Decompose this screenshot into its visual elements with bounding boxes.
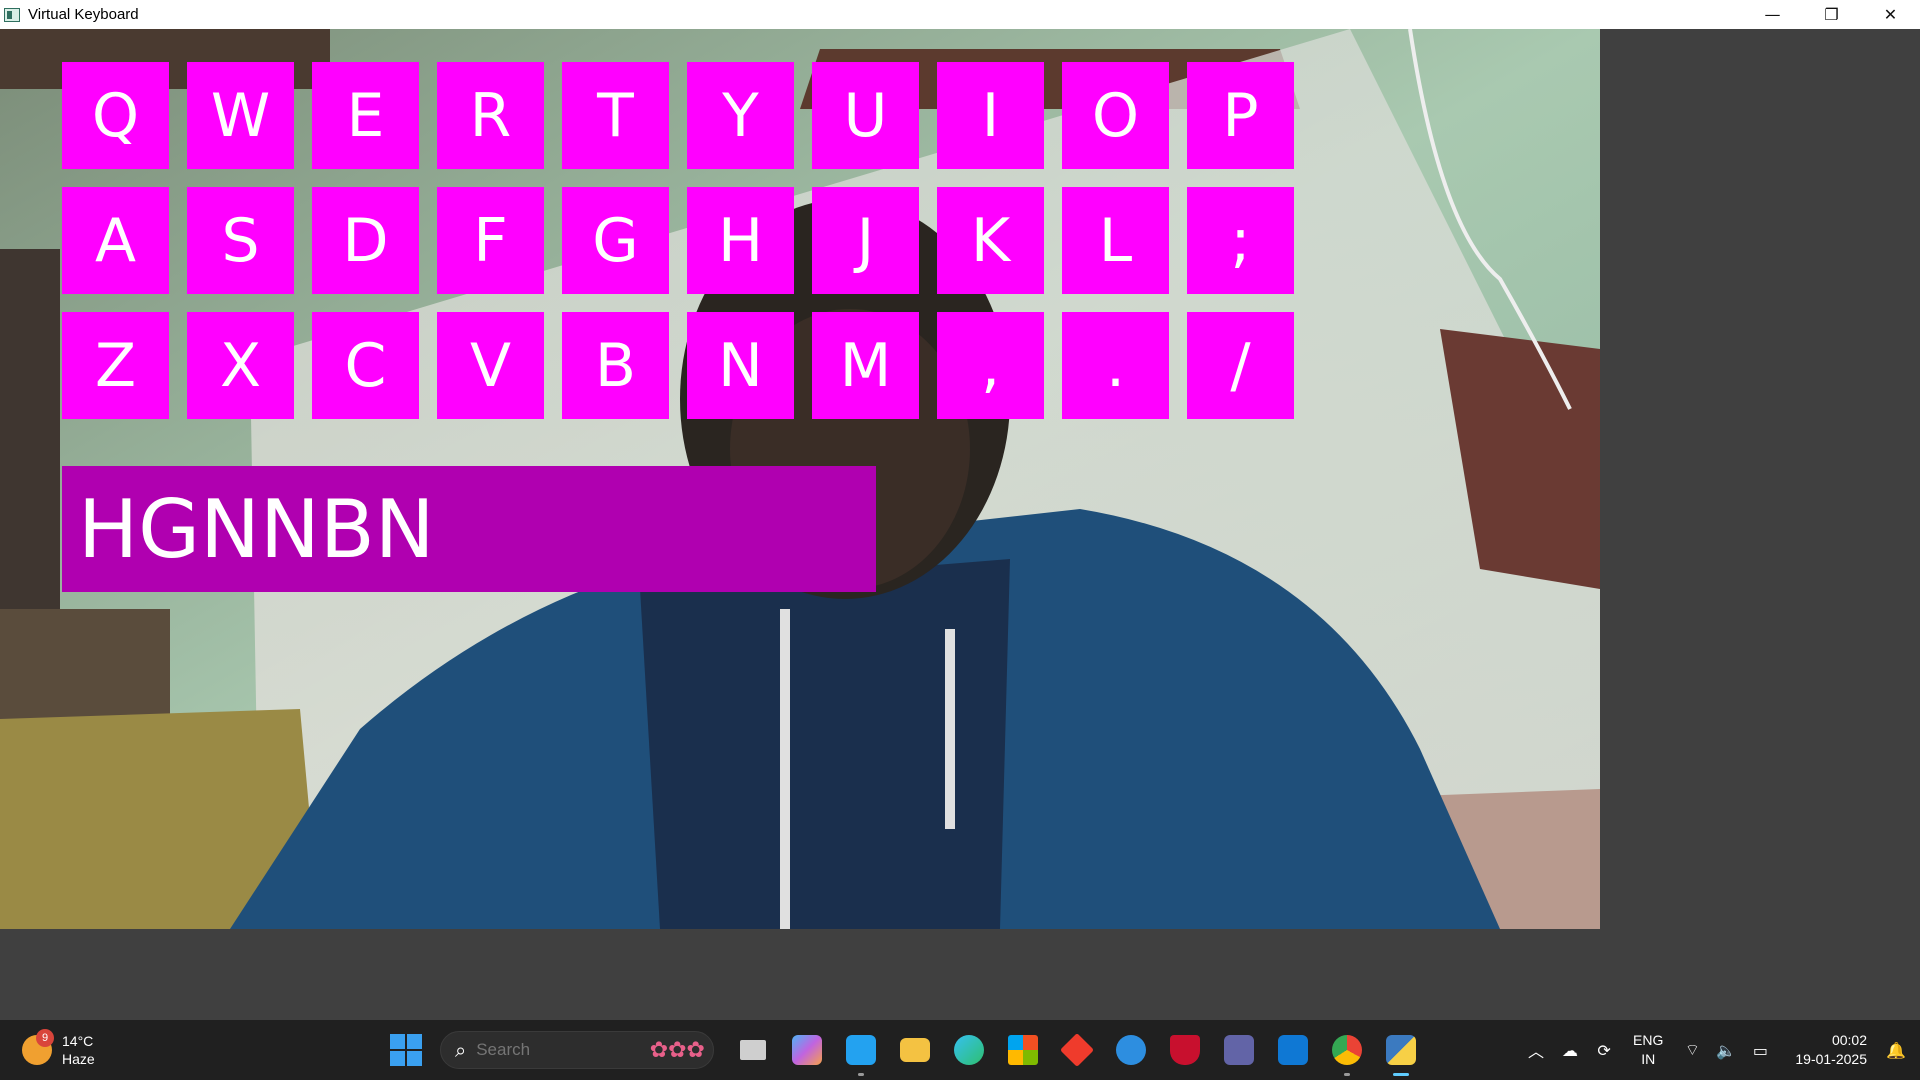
copilot-icon[interactable] <box>785 1028 829 1072</box>
language-indicator[interactable]: ENG IN <box>1633 1031 1663 1069</box>
microsoft-store-icon[interactable] <box>1001 1028 1045 1072</box>
key-d[interactable]: D <box>312 187 419 294</box>
anydesk-icon[interactable] <box>1055 1028 1099 1072</box>
key-l[interactable]: L <box>1062 187 1169 294</box>
tulips-icon: ✿✿✿ <box>649 1038 705 1063</box>
outlook-icon[interactable] <box>1271 1028 1315 1072</box>
key-h[interactable]: H <box>687 187 794 294</box>
file-explorer-icon[interactable] <box>893 1028 937 1072</box>
window-title: Virtual Keyboard <box>28 6 139 23</box>
chrome-icon[interactable] <box>1325 1028 1369 1076</box>
key-f[interactable]: F <box>437 187 544 294</box>
taskbar-search[interactable]: ⌕ ✿✿✿ <box>440 1031 714 1069</box>
key-slash[interactable]: / <box>1187 312 1294 419</box>
windows-start-icon[interactable] <box>390 1034 422 1066</box>
key-y[interactable]: Y <box>687 62 794 169</box>
key-a[interactable]: A <box>62 187 169 294</box>
key-o[interactable]: O <box>1062 62 1169 169</box>
search-icon: ⌕ <box>455 1038 467 1062</box>
language-code: ENG <box>1633 1032 1664 1048</box>
key-s[interactable]: S <box>187 187 294 294</box>
volume-icon[interactable]: 🔈 <box>1712 1041 1740 1060</box>
key-g[interactable]: G <box>562 187 669 294</box>
key-period[interactable]: . <box>1062 312 1169 419</box>
clock[interactable]: 00:02 19-01-2025 <box>1795 1031 1867 1069</box>
restore-button[interactable]: ❐ <box>1802 0 1861 29</box>
cloud-icon[interactable]: ☁ <box>1556 1041 1584 1060</box>
key-i[interactable]: I <box>937 62 1044 169</box>
search-input[interactable] <box>474 1039 629 1061</box>
minimize-button[interactable]: — <box>1743 0 1802 29</box>
key-x[interactable]: X <box>187 312 294 419</box>
clock-time: 00:02 <box>1831 1032 1867 1048</box>
key-b[interactable]: B <box>562 312 669 419</box>
key-c[interactable]: C <box>312 312 419 419</box>
key-r[interactable]: R <box>437 62 544 169</box>
notification-badge: 9 <box>36 1029 54 1047</box>
weather-text: 14°C Haze <box>62 1032 95 1068</box>
wifi-icon[interactable]: ⌔ <box>1678 1040 1706 1060</box>
notifications-icon[interactable]: 🔔 <box>1882 1041 1910 1060</box>
python-icon[interactable] <box>1379 1028 1423 1076</box>
key-w[interactable]: W <box>187 62 294 169</box>
key-m[interactable]: M <box>812 312 919 419</box>
vscode-icon[interactable] <box>839 1028 883 1076</box>
key-comma[interactable]: , <box>937 312 1044 419</box>
key-semicolon[interactable]: ; <box>1187 187 1294 294</box>
task-view-icon[interactable] <box>731 1028 775 1072</box>
key-e[interactable]: E <box>312 62 419 169</box>
weather-temperature: 14°C <box>62 1033 94 1049</box>
weather-condition: Haze <box>62 1051 95 1067</box>
teams-icon[interactable] <box>1217 1028 1261 1072</box>
close-button[interactable]: ✕ <box>1861 0 1920 29</box>
app-icon <box>4 7 20 22</box>
key-v[interactable]: V <box>437 312 544 419</box>
haze-weather-icon: 9 <box>22 1029 54 1065</box>
key-j[interactable]: J <box>812 187 919 294</box>
chevron-up-icon[interactable]: ︿ <box>1522 1038 1550 1062</box>
weather-widget[interactable]: 9 14°C Haze <box>22 1029 95 1068</box>
key-n[interactable]: N <box>687 312 794 419</box>
taskbar: 9 14°C Haze ⌕ ✿✿✿ ︿ ☁ ⟳ E <box>0 1020 1920 1080</box>
key-t[interactable]: T <box>562 62 669 169</box>
get-help-icon[interactable] <box>1109 1028 1153 1072</box>
key-z[interactable]: Z <box>62 312 169 419</box>
typed-text-display: HGNNBN <box>62 466 876 592</box>
taskbar-center: ⌕ ✿✿✿ <box>390 1028 1428 1076</box>
key-q[interactable]: Q <box>62 62 169 169</box>
battery-icon[interactable]: ▭ <box>1746 1041 1774 1060</box>
clock-date: 19-01-2025 <box>1795 1051 1867 1067</box>
key-k[interactable]: K <box>937 187 1044 294</box>
window-controls: — ❐ ✕ <box>1743 0 1920 29</box>
edge-icon[interactable] <box>947 1028 991 1072</box>
system-tray: ︿ ☁ ⟳ ENG IN ⌔ 🔈 ▭ 00:02 19-01-2025 🔔 <box>1519 1020 1920 1080</box>
region-code: IN <box>1641 1051 1656 1067</box>
sync-icon[interactable]: ⟳ <box>1590 1041 1618 1060</box>
key-p[interactable]: P <box>1187 62 1294 169</box>
title-bar: Virtual Keyboard — ❐ ✕ <box>0 0 1920 29</box>
key-u[interactable]: U <box>812 62 919 169</box>
mcafee-icon[interactable] <box>1163 1028 1207 1072</box>
